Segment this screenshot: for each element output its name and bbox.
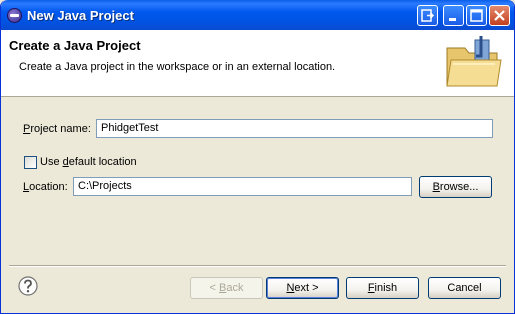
project-name-label: Project name: [23, 123, 91, 135]
eclipse-icon [7, 8, 22, 23]
browse-button[interactable]: Browse... [419, 176, 492, 198]
maximize-button[interactable] [466, 5, 487, 26]
close-icon [494, 10, 505, 21]
page-description: Create a Java project in the workspace o… [19, 61, 336, 73]
back-button[interactable]: < Back [190, 277, 263, 299]
minimize-button[interactable] [443, 5, 464, 26]
project-name-field[interactable]: PhidgetTest [96, 119, 493, 138]
new-java-project-dialog: New Java Project Create a Java Project C… [0, 0, 515, 314]
minimize-icon [449, 18, 456, 21]
page-title: Create a Java Project [9, 38, 141, 53]
use-default-location-checkbox[interactable] [24, 156, 37, 169]
location-label: Location: [23, 181, 68, 193]
finish-button[interactable]: Finish [346, 277, 419, 299]
java-project-folder-icon [446, 36, 502, 87]
location-field[interactable]: C:\Projects [73, 177, 412, 196]
window-menu-button[interactable] [417, 5, 438, 26]
help-icon[interactable] [18, 276, 38, 296]
cancel-button[interactable]: Cancel [428, 277, 501, 299]
use-default-location-label[interactable]: Use default location [40, 156, 137, 168]
footer-separator [9, 265, 506, 267]
title-bar[interactable]: New Java Project [1, 0, 514, 30]
wizard-header: Create a Java Project Create a Java proj… [1, 30, 514, 97]
window-title: New Java Project [27, 8, 134, 23]
next-button[interactable]: Next > [266, 277, 339, 299]
window-menu-icon [421, 9, 435, 22]
maximize-icon [470, 9, 483, 22]
close-button[interactable] [489, 5, 510, 26]
